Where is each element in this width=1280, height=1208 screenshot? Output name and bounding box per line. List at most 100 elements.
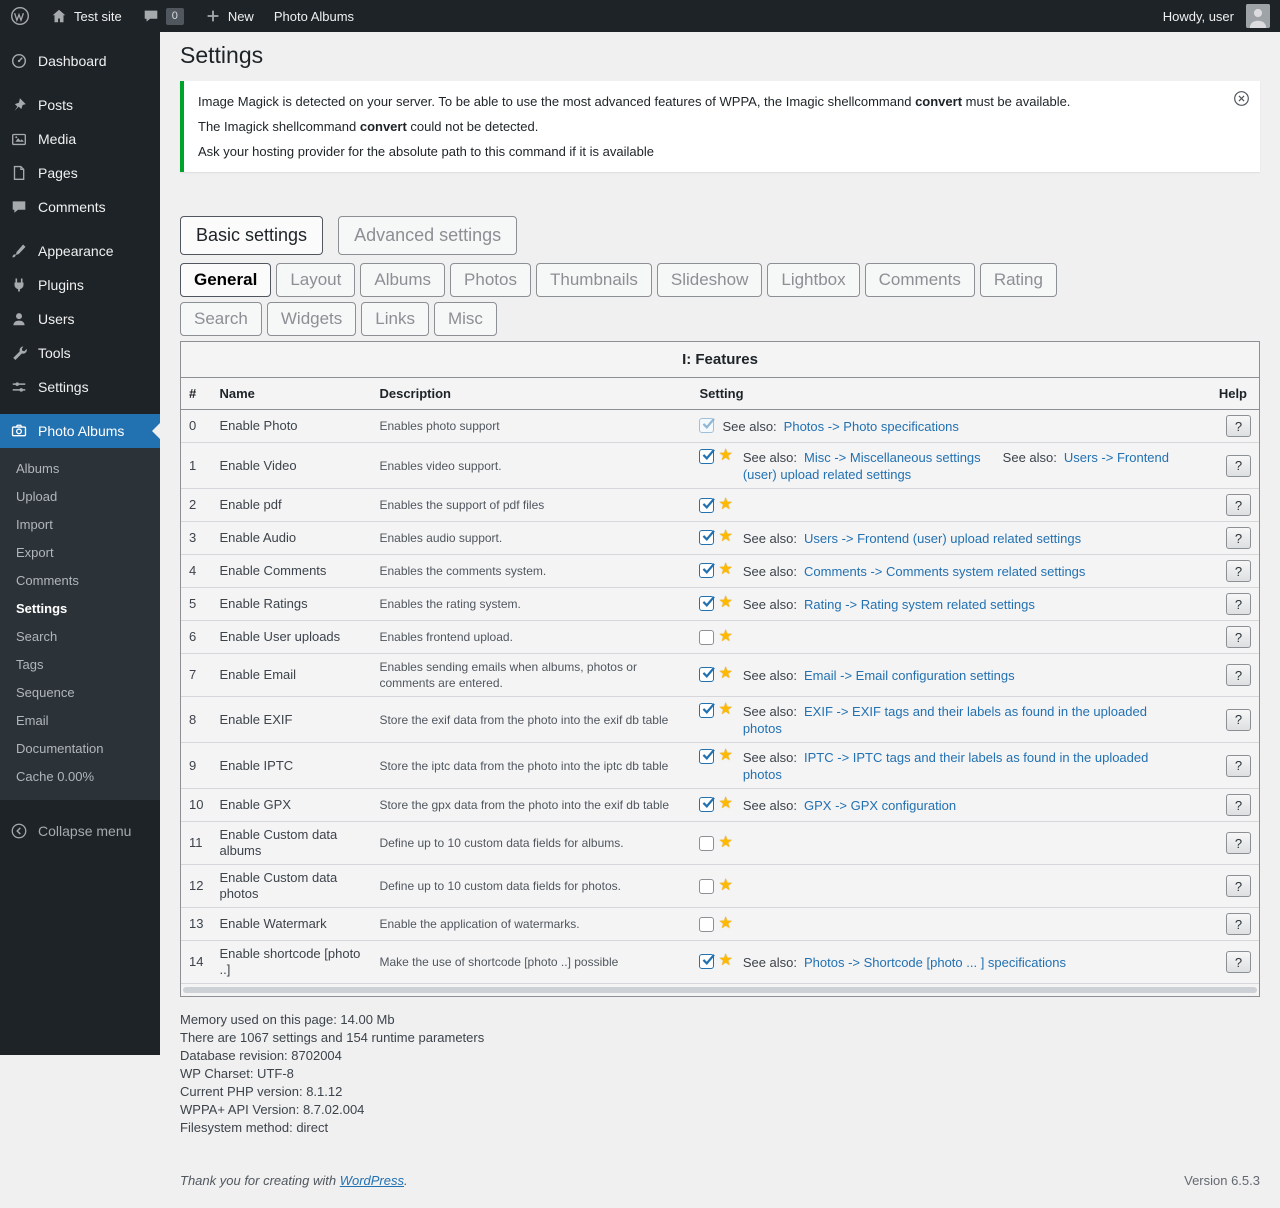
see-also-link[interactable]: GPX -> GPX configuration — [804, 798, 956, 813]
submenu-item-settings[interactable]: Settings — [0, 595, 160, 623]
see-also-link[interactable]: EXIF -> EXIF tags and their labels as fo… — [743, 704, 1147, 736]
sidebar-item-media[interactable]: Media — [0, 122, 160, 156]
help-button[interactable]: ? — [1226, 664, 1251, 686]
help-button[interactable]: ? — [1226, 626, 1251, 648]
sidebar-item-settings[interactable]: Settings — [0, 370, 160, 404]
submenu-item-import[interactable]: Import — [0, 511, 160, 539]
subtab-lightbox[interactable]: Lightbox — [767, 263, 859, 297]
see-also-link[interactable]: Email -> Email configuration settings — [804, 668, 1015, 683]
setting-checkbox[interactable] — [699, 749, 714, 764]
help-button[interactable]: ? — [1226, 832, 1251, 854]
subtab-photos[interactable]: Photos — [450, 263, 531, 297]
subtab-thumbnails[interactable]: Thumbnails — [536, 263, 652, 297]
help-button[interactable]: ? — [1226, 560, 1251, 582]
setting-checkbox[interactable] — [699, 836, 714, 851]
help-button[interactable]: ? — [1226, 913, 1251, 935]
setting-checkbox[interactable] — [699, 917, 714, 932]
subtab-comments[interactable]: Comments — [865, 263, 975, 297]
star-icon: ★ — [718, 529, 732, 545]
sidebar-item-appearance[interactable]: Appearance — [0, 234, 160, 268]
star-icon: ★ — [718, 796, 732, 812]
tab-basic-settings[interactable]: Basic settings — [180, 216, 323, 255]
subtab-search[interactable]: Search — [180, 302, 262, 336]
subtab-rating[interactable]: Rating — [980, 263, 1057, 297]
setting-name: Enable Photo — [211, 410, 371, 443]
see-also-link[interactable]: IPTC -> IPTC tags and their labels as fo… — [743, 750, 1149, 782]
setting-checkbox[interactable] — [699, 703, 714, 718]
submenu-item-export[interactable]: Export — [0, 539, 160, 567]
sidebar-item-plugins[interactable]: Plugins — [0, 268, 160, 302]
subtab-slideshow[interactable]: Slideshow — [657, 263, 763, 297]
comments-icon — [9, 198, 29, 216]
setting-checkbox[interactable] — [699, 630, 714, 645]
help-button[interactable]: ? — [1226, 794, 1251, 816]
tab-advanced-settings[interactable]: Advanced settings — [338, 216, 517, 255]
submenu-item-albums[interactable]: Albums — [0, 455, 160, 483]
help-button[interactable]: ? — [1226, 951, 1251, 973]
table-horizontal-scrollbar[interactable] — [181, 984, 1259, 996]
admin-bar-account[interactable]: Howdy, user — [1153, 0, 1280, 32]
subtab-layout[interactable]: Layout — [276, 263, 355, 297]
help-cell: ? — [1211, 555, 1259, 588]
setting-checkbox[interactable] — [699, 530, 714, 545]
setting-checkbox[interactable] — [699, 667, 714, 682]
sidebar-item-dashboard[interactable]: Dashboard — [0, 44, 160, 78]
help-button[interactable]: ? — [1226, 875, 1251, 897]
help-button[interactable]: ? — [1226, 527, 1251, 549]
setting-checkbox[interactable] — [699, 797, 714, 812]
submenu-item-cache-0-00[interactable]: Cache 0.00% — [0, 763, 160, 791]
scrollbar-thumb[interactable] — [183, 987, 1257, 993]
subtab-general[interactable]: General — [180, 263, 271, 297]
submenu-item-tags[interactable]: Tags — [0, 651, 160, 679]
sidebar-item-posts[interactable]: Posts — [0, 88, 160, 122]
setting-description: Make the use of shortcode [photo ..] pos… — [371, 941, 691, 984]
dismiss-notice-button[interactable] — [1233, 90, 1250, 110]
sidebar-item-photo-albums[interactable]: Photo Albums — [0, 414, 160, 448]
admin-bar-comments[interactable]: 0 — [132, 0, 194, 32]
admin-bar-new[interactable]: New — [194, 0, 264, 32]
help-button[interactable]: ? — [1226, 455, 1251, 477]
subtab-misc[interactable]: Misc — [434, 302, 497, 336]
wordpress-logo-menu[interactable] — [0, 0, 40, 32]
wordpress-link[interactable]: WordPress — [340, 1173, 404, 1188]
admin-bar-photo-albums[interactable]: Photo Albums — [264, 0, 364, 32]
help-button[interactable]: ? — [1226, 593, 1251, 615]
setting-checkbox[interactable] — [699, 596, 714, 611]
sidebar-item-label: Tools — [38, 344, 71, 362]
subtab-links[interactable]: Links — [361, 302, 429, 336]
help-button[interactable]: ? — [1226, 709, 1251, 731]
subtab-albums[interactable]: Albums — [360, 263, 445, 297]
sidebar-item-comments[interactable]: Comments — [0, 190, 160, 224]
setting-description: Enables photo support — [371, 410, 691, 443]
admin-bar-site-name[interactable]: Test site — [40, 0, 132, 32]
submenu-item-comments[interactable]: Comments — [0, 567, 160, 595]
see-also-link[interactable]: Comments -> Comments system related sett… — [804, 564, 1085, 579]
setting-checkbox[interactable] — [699, 498, 714, 513]
setting-checkbox[interactable] — [699, 954, 714, 969]
submenu-item-email[interactable]: Email — [0, 707, 160, 735]
setting-checkbox[interactable] — [699, 418, 714, 433]
subtab-widgets[interactable]: Widgets — [267, 302, 356, 336]
setting-checkbox[interactable] — [699, 879, 714, 894]
see-also-link[interactable]: Misc -> Miscellaneous settings — [804, 450, 981, 465]
submenu-item-documentation[interactable]: Documentation — [0, 735, 160, 763]
help-button[interactable]: ? — [1226, 755, 1251, 777]
sidebar-item-pages[interactable]: Pages — [0, 156, 160, 190]
collapse-menu-button[interactable]: Collapse menu — [0, 814, 160, 848]
see-also-link[interactable]: Rating -> Rating system related settings — [804, 597, 1035, 612]
plugins-icon — [9, 276, 29, 294]
checkmark-icon — [700, 664, 717, 685]
setting-checkbox[interactable] — [699, 563, 714, 578]
setting-checkbox[interactable] — [699, 449, 714, 464]
see-also-link[interactable]: Users -> Frontend (user) upload related … — [804, 531, 1081, 546]
submenu-item-search[interactable]: Search — [0, 623, 160, 651]
sidebar-item-users[interactable]: Users — [0, 302, 160, 336]
see-also-link[interactable]: Photos -> Shortcode [photo ... ] specifi… — [804, 955, 1066, 970]
help-button[interactable]: ? — [1226, 494, 1251, 516]
row-number: 0 — [181, 410, 211, 443]
see-also-link[interactable]: Photos -> Photo specifications — [784, 419, 959, 434]
submenu-item-upload[interactable]: Upload — [0, 483, 160, 511]
help-button[interactable]: ? — [1226, 415, 1251, 437]
submenu-item-sequence[interactable]: Sequence — [0, 679, 160, 707]
sidebar-item-tools[interactable]: Tools — [0, 336, 160, 370]
